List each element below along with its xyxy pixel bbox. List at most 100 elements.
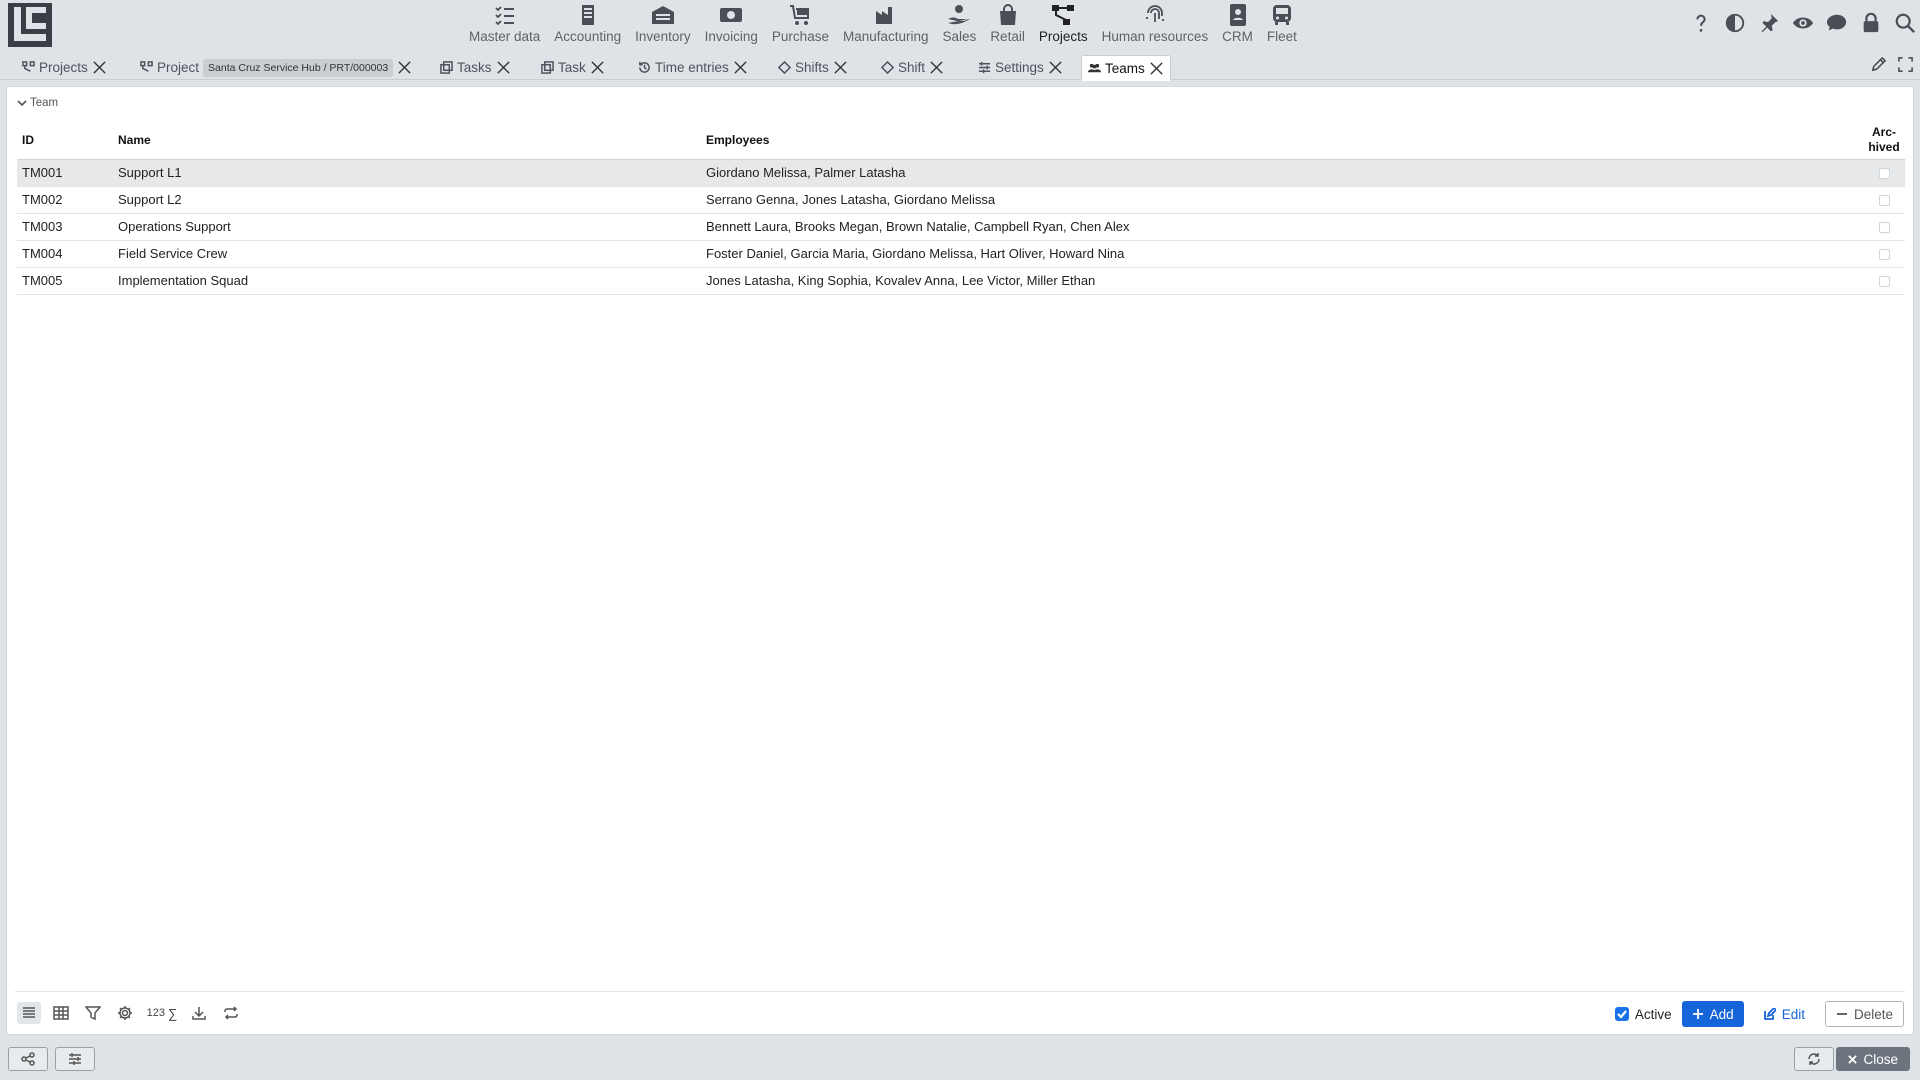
active-filter-checkbox[interactable]: Active [1614,1007,1672,1022]
tab-task[interactable]: Task [535,55,611,80]
nav-label: Projects [1038,29,1088,44]
close-label: Close [1863,1051,1898,1067]
nav-label: CRM [1222,29,1253,44]
totals-button[interactable]: 123 ∑ [145,1002,179,1024]
add-label: Add [1709,1006,1734,1022]
nav-sales[interactable]: Sales [936,0,984,50]
close-icon[interactable] [496,60,511,75]
close-icon[interactable] [92,60,107,75]
chat-icon[interactable] [1826,12,1848,34]
adjust-button[interactable] [55,1047,95,1071]
close-icon [1848,1054,1858,1064]
refresh-list-button[interactable] [219,1002,243,1024]
teams-panel: Team ID Name Employees Arc-hived TM001 S… [6,86,1914,1035]
sliders-icon [978,61,991,74]
download-icon [192,1007,206,1020]
nav-master-data[interactable]: Master data [462,0,547,50]
close-button[interactable]: Close [1836,1047,1910,1071]
table-row[interactable]: TM001 Support L1 Giordano Melissa, Palme… [17,159,1905,187]
nav-label: Retail [990,29,1025,44]
list-icon [23,1007,35,1018]
tab-settings[interactable]: Settings [972,55,1069,80]
pencil-icon[interactable] [1870,56,1887,73]
minus-icon [1836,1013,1847,1015]
column-header-archived[interactable]: Arc-hived [1863,121,1905,160]
app-logo[interactable] [8,3,52,47]
tab-tasks[interactable]: Tasks [434,55,517,80]
record-actions: Active Add Edit Delete [1614,1001,1904,1027]
archived-checkbox[interactable] [1878,168,1890,180]
archived-checkbox[interactable] [1878,222,1890,234]
nav-invoicing[interactable]: Invoicing [698,0,765,50]
archived-checkbox[interactable] [1878,249,1890,261]
search-icon[interactable] [1894,12,1916,34]
table-row[interactable]: TM002 Support L2 Serrano Genna, Jones La… [17,186,1905,214]
tab-time-entries[interactable]: Time entries [632,55,754,80]
tab-projects[interactable]: Projects [16,55,113,80]
filter-icon [85,1006,101,1021]
export-button[interactable] [187,1002,211,1024]
checkbox-checked[interactable] [1614,1007,1629,1021]
nav-manufacturing[interactable]: Manufacturing [836,0,936,50]
nav-crm[interactable]: CRM [1215,0,1260,50]
add-button[interactable]: Add [1681,1001,1744,1027]
archived-checkbox[interactable] [1878,276,1890,288]
share-button[interactable] [8,1047,48,1071]
nav-accounting[interactable]: Accounting [547,0,628,50]
nav-purchase[interactable]: Purchase [765,0,836,50]
diagram-icon [22,61,35,72]
delete-button[interactable]: Delete [1824,1001,1904,1027]
close-icon[interactable] [929,60,944,75]
diagram-icon [1052,5,1075,25]
diamond-icon [778,61,791,74]
fullscreen-icon[interactable] [1897,56,1914,73]
tab-shifts[interactable]: Shifts [772,55,854,80]
lock-icon[interactable] [1860,12,1882,34]
settings-button[interactable] [113,1002,137,1024]
help-icon[interactable] [1690,12,1712,34]
diagram-icon [140,61,153,72]
grid-view-button[interactable] [49,1002,73,1024]
nav-inventory[interactable]: Inventory [628,0,698,50]
list-view-button[interactable] [17,1002,41,1024]
column-header-name[interactable]: Name [113,121,701,160]
cell-id: TM003 [17,213,113,241]
refresh-button[interactable] [1794,1047,1834,1071]
pin-icon[interactable] [1758,12,1780,34]
close-icon[interactable] [590,60,605,75]
column-header-id[interactable]: ID [17,121,113,160]
nav-human-resources[interactable]: Human resources [1095,0,1216,50]
toolbar-divider [15,991,1905,992]
close-icon[interactable] [733,60,748,75]
table-row[interactable]: TM005 Implementation Squad Jones Latasha… [17,267,1905,295]
ledger-icon [581,5,594,25]
sum-icon: ∑ [168,1005,178,1021]
edit-button[interactable]: Edit [1754,1001,1815,1027]
eye-icon[interactable] [1792,12,1814,34]
delete-label: Delete [1853,1006,1893,1022]
nav-projects[interactable]: Projects [1032,0,1095,50]
nav-label: Master data [469,29,541,44]
section-header-team[interactable]: Team [17,97,58,109]
table-row[interactable]: TM003 Operations Support Bennett Laura, … [17,213,1905,241]
window-footer: Close [0,1040,1920,1080]
contrast-icon[interactable] [1724,12,1746,34]
archived-checkbox[interactable] [1878,195,1890,207]
nav-label: Human resources [1101,29,1209,44]
tab-project[interactable]: Project Santa Cruz Service Hub / PRT/000… [134,55,418,80]
close-icon[interactable] [833,60,848,75]
column-header-employees[interactable]: Employees [701,121,1863,160]
close-icon[interactable] [397,60,412,75]
nav-fleet[interactable]: Fleet [1260,0,1304,50]
tab-teams[interactable]: Teams [1081,55,1171,81]
copy-icon [440,61,453,74]
check-icon [1617,1010,1627,1019]
close-icon[interactable] [1149,61,1164,76]
table-row[interactable]: TM004 Field Service Crew Foster Daniel, … [17,240,1905,268]
filter-button[interactable] [81,1002,105,1024]
close-icon[interactable] [1048,60,1063,75]
tab-label: Time entries [655,60,729,75]
tab-shift[interactable]: Shift [875,55,950,80]
shopping-bag-icon [999,4,1016,25]
nav-retail[interactable]: Retail [983,0,1032,50]
